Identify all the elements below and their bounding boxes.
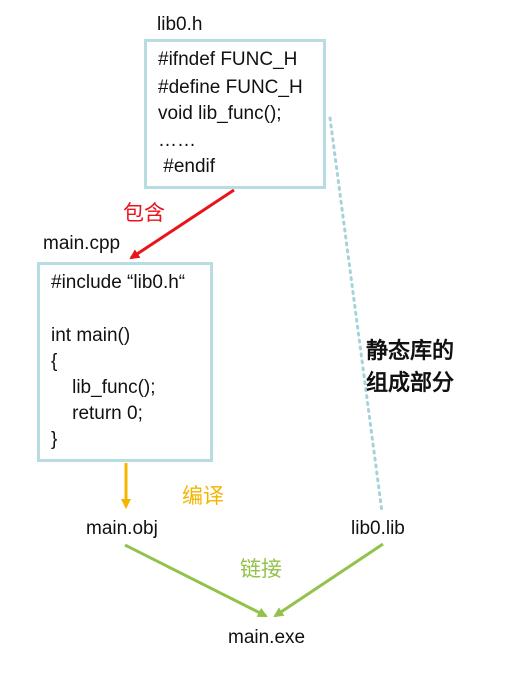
header-code-line: #ifndef FUNC_H [158,49,298,70]
compile-label: 编译 [182,484,224,508]
header-file-name: lib0.h [157,14,203,35]
executable-label: main.exe [228,627,306,648]
source-code-line: return 0; [51,403,143,424]
source-file-box: #include “lib0.h“ int main() { lib_func(… [37,262,213,462]
static-library-annotation-line2: 组成部分 [366,371,455,396]
header-code-line: void lib_func(); [158,103,282,124]
object-file-label: main.obj [86,518,158,539]
source-code-line: } [51,429,58,450]
source-code-line: lib_func(); [51,377,156,398]
header-code-line: #endif [158,156,216,177]
static-library-annotation-line1: 静态库的 [366,339,455,364]
include-label: 包含 [123,201,165,225]
header-code-line: …… [158,130,196,151]
header-file-box: #ifndef FUNC_H #define FUNC_H void lib_f… [144,39,326,189]
source-code-line: #include “lib0.h“ [51,272,186,293]
source-code-line: int main() [51,325,131,346]
link-label: 链接 [240,557,282,581]
source-code-line: { [51,351,58,372]
static-library-dotted-line [328,116,384,514]
link-arrow-from-lib [273,542,384,618]
source-file-name: main.cpp [43,233,121,254]
header-code-line: #define FUNC_H [158,77,303,98]
library-file-label: lib0.lib [351,518,405,539]
